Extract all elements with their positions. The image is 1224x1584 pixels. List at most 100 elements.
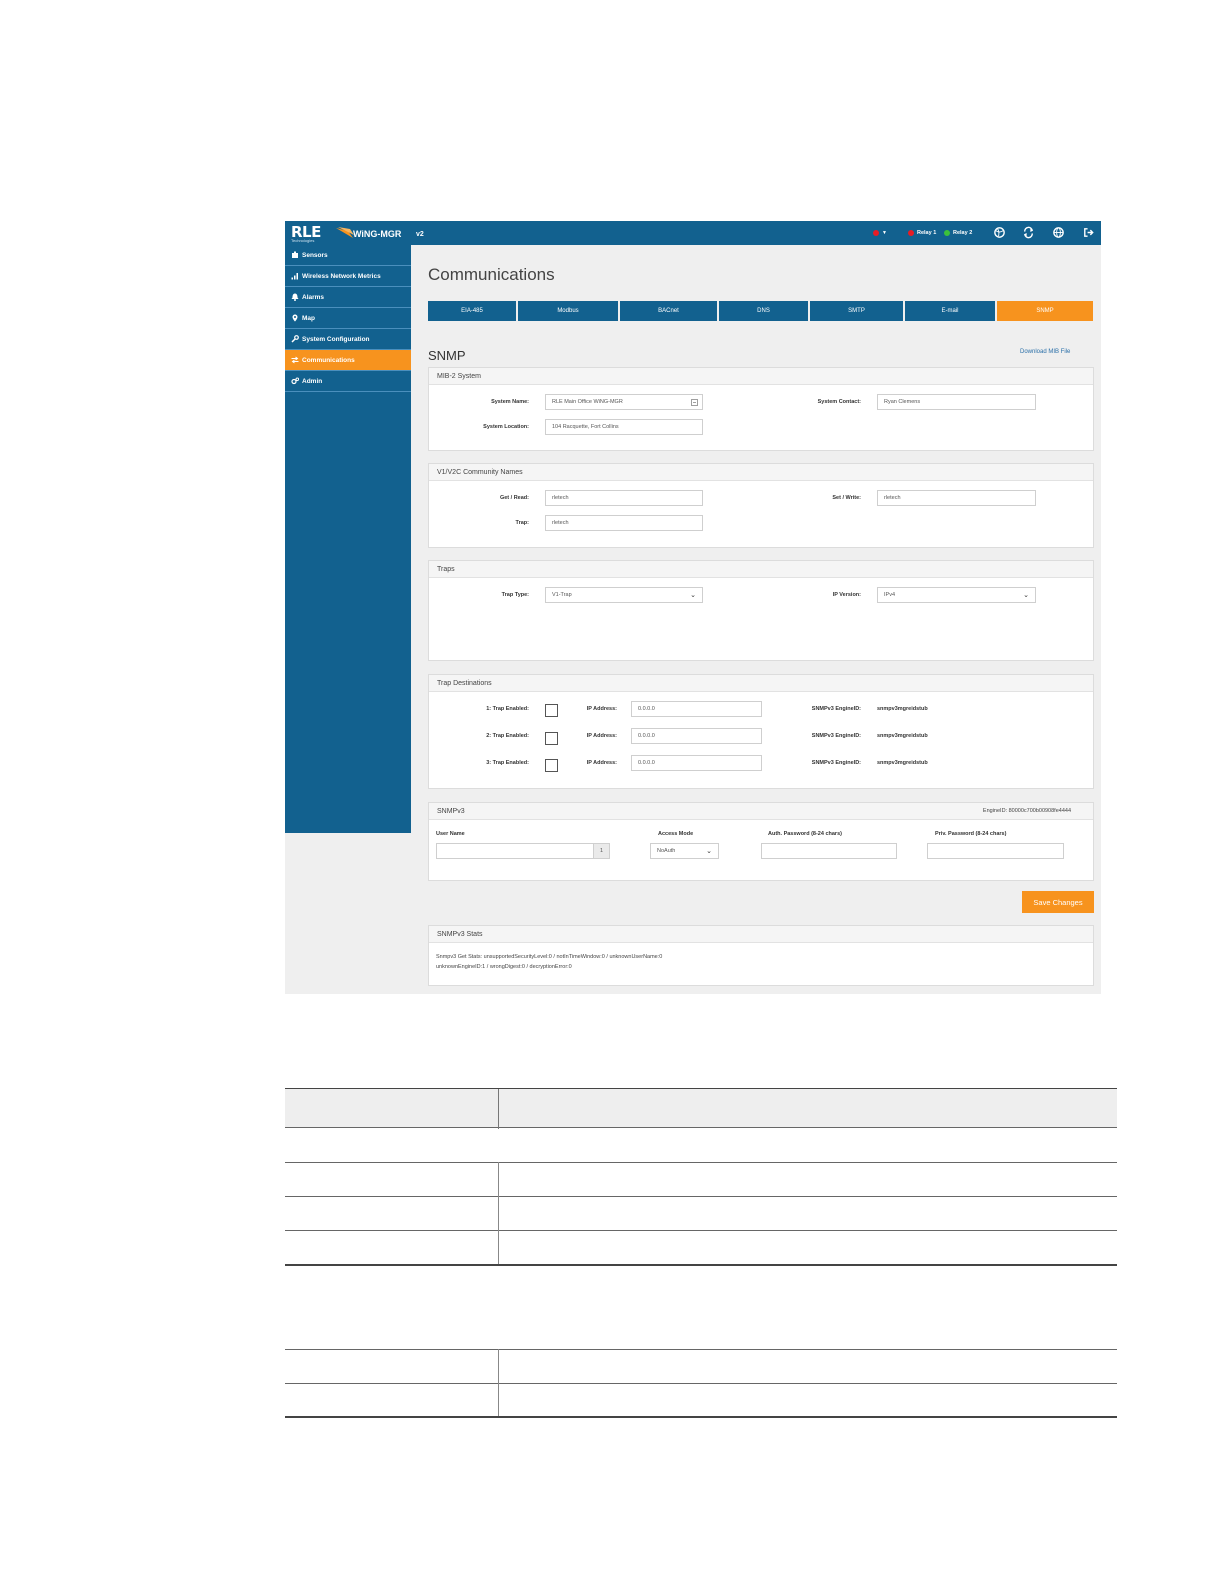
trap-2-enabled-label: 2: Trap Enabled: xyxy=(486,733,529,739)
user-name-input[interactable] xyxy=(436,843,594,859)
chevron-down-icon: ⌄ xyxy=(706,848,712,855)
sidebar: Sensors Wireless Network Metrics Alarms … xyxy=(285,245,411,833)
sidebar-item-label: Admin xyxy=(302,377,323,385)
trap-2-ip-label: IP Address: xyxy=(586,733,617,739)
wing-icon xyxy=(336,227,354,238)
sidebar-item-map[interactable]: Map xyxy=(285,308,411,329)
refresh-icon[interactable] xyxy=(1022,226,1035,239)
ip-version-select[interactable]: IPv4 ⌄ xyxy=(877,587,1036,603)
system-name-input[interactable]: RLE Main Office WiNG-MGR xyxy=(545,394,703,410)
logout-icon[interactable] xyxy=(1082,226,1095,239)
trap-2-engine-label: SNMPv3 EngineID: xyxy=(811,733,861,739)
chevron-down-icon: ▼ xyxy=(882,230,887,236)
snmpv3-heading: SNMPv3 xyxy=(437,807,465,815)
trap-1-engine-id: snmpv3mgreidstub xyxy=(877,706,928,712)
product-version: v2 xyxy=(416,231,424,238)
alarm-status[interactable]: ▼ xyxy=(873,221,887,245)
system-location-label: System Location: xyxy=(483,424,529,430)
trap-community-input[interactable]: rletech xyxy=(545,515,703,531)
sidebar-item-alarms[interactable]: Alarms xyxy=(285,287,411,308)
sidebar-item-communications[interactable]: Communications xyxy=(285,350,411,371)
trap-3-engine-id: snmpv3mgreidstub xyxy=(877,760,928,766)
signal-bars-icon xyxy=(291,273,298,280)
tab-smtp[interactable]: SMTP xyxy=(810,301,903,321)
relay-1-label: Relay 1 xyxy=(917,230,937,236)
panel-heading: Traps xyxy=(429,561,1093,578)
trap-community-label: Trap: xyxy=(515,520,529,526)
language-icon[interactable] xyxy=(993,226,1006,239)
sidebar-item-system-configuration[interactable]: System Configuration xyxy=(285,329,411,350)
table-rule xyxy=(285,1264,1117,1266)
stats-line-2: unknownEngineID:1 / wrongDigest:0 / decr… xyxy=(436,964,572,970)
trap-3-enabled-label: 3: Trap Enabled: xyxy=(486,760,529,766)
relay-1-dot xyxy=(908,230,914,236)
trap-type-select[interactable]: V1-Trap ⌄ xyxy=(545,587,703,603)
chevron-down-icon: ⌄ xyxy=(690,592,696,599)
page-title: Communications xyxy=(428,265,555,284)
snmpv3-panel: SNMPv3 EngineID: 80000c700b00908fe4444 U… xyxy=(428,802,1094,881)
ip-version-label: IP Version: xyxy=(832,592,861,598)
get-read-label: Get / Read: xyxy=(499,495,529,501)
sidebar-item-label: Alarms xyxy=(302,293,325,301)
tab-modbus[interactable]: Modbus xyxy=(518,301,618,321)
trap-3-ip-label: IP Address: xyxy=(586,760,617,766)
alarm-status-dot xyxy=(873,230,879,236)
snmpv3-stats-panel: SNMPv3 Stats Snmpv3 Get Stats: unsupport… xyxy=(428,925,1094,986)
trap-1-ip-input[interactable]: 0.0.0.0 xyxy=(631,701,762,717)
relay-2-dot xyxy=(944,230,950,236)
panel-heading: SNMPv3 EngineID: 80000c700b00908fe4444 xyxy=(429,803,1093,820)
trap-1-enabled-checkbox[interactable] xyxy=(545,704,558,717)
table-header xyxy=(285,1088,1117,1129)
tab-eia-485[interactable]: EIA-485 xyxy=(428,301,516,321)
logo-subtext: Technologies xyxy=(291,238,315,243)
table-rule xyxy=(285,1196,1117,1197)
table-rule xyxy=(285,1416,1117,1418)
logo[interactable]: RLE Technologies WiNG-MGR v2 xyxy=(289,223,429,243)
snmpv3-engine-id: EngineID: 80000c700b00908fe4444 xyxy=(982,808,1071,814)
system-location-input[interactable]: 104 Racquette, Fort Collins xyxy=(545,419,703,435)
system-name-label: System Name: xyxy=(491,399,529,405)
map-pin-icon xyxy=(292,314,298,322)
table-rule xyxy=(285,1230,1117,1231)
trap-3-ip-input[interactable]: 0.0.0.0 xyxy=(631,755,762,771)
tab-bacnet[interactable]: BACnet xyxy=(620,301,717,321)
sidebar-item-admin[interactable]: Admin xyxy=(285,371,411,392)
trap-3-engine-label: SNMPv3 EngineID: xyxy=(811,760,861,766)
get-read-input[interactable]: rletech xyxy=(545,490,703,506)
trap-1-ip-label: IP Address: xyxy=(586,706,617,712)
globe-icon[interactable] xyxy=(1052,226,1065,239)
table-rule xyxy=(285,1383,1117,1384)
trap-1-enabled-label: 1: Trap Enabled: xyxy=(486,706,529,712)
user-index-badge: 1 xyxy=(593,843,610,859)
top-bar: RLE Technologies WiNG-MGR v2 ▼ Relay 1 R… xyxy=(285,221,1101,245)
trap-3-enabled-checkbox[interactable] xyxy=(545,759,558,772)
auth-password-input[interactable] xyxy=(761,843,897,859)
sidebar-item-wireless-network-metrics[interactable]: Wireless Network Metrics xyxy=(285,266,411,287)
table-rule xyxy=(285,1162,1117,1163)
set-write-label: Set / Write: xyxy=(832,495,861,501)
tab-snmp[interactable]: SNMP xyxy=(997,301,1093,321)
panel-heading: SNMPv3 Stats xyxy=(429,926,1093,943)
relay-2-label: Relay 2 xyxy=(953,230,973,236)
gears-icon xyxy=(291,377,299,385)
communications-icon xyxy=(291,356,299,364)
panel-heading: MIB-2 System xyxy=(429,368,1093,385)
sensor-icon xyxy=(292,251,298,258)
trap-2-ip-input[interactable]: 0.0.0.0 xyxy=(631,728,762,744)
access-mode-label: Access Mode xyxy=(658,831,694,837)
wrench-icon xyxy=(291,335,299,343)
access-mode-select[interactable]: NoAuth ⌄ xyxy=(650,843,719,859)
priv-password-input[interactable] xyxy=(927,843,1064,859)
system-contact-input[interactable]: Ryan Clemens xyxy=(877,394,1036,410)
set-write-input[interactable]: rletech xyxy=(877,490,1036,506)
sidebar-item-sensors[interactable]: Sensors xyxy=(285,245,411,266)
tab-dns[interactable]: DNS xyxy=(719,301,808,321)
download-mib-link[interactable]: Download MIB File xyxy=(1020,349,1070,355)
auth-password-label: Auth. Password (8-24 chars) xyxy=(768,831,842,837)
trap-2-enabled-checkbox[interactable] xyxy=(545,732,558,745)
tab-email[interactable]: E-mail xyxy=(905,301,995,321)
product-name: WiNG-MGR xyxy=(353,229,402,239)
table-rule xyxy=(285,1349,1117,1350)
priv-password-label: Priv. Password (8-24 chars) xyxy=(935,831,1007,837)
save-changes-button[interactable]: Save Changes xyxy=(1022,891,1094,913)
